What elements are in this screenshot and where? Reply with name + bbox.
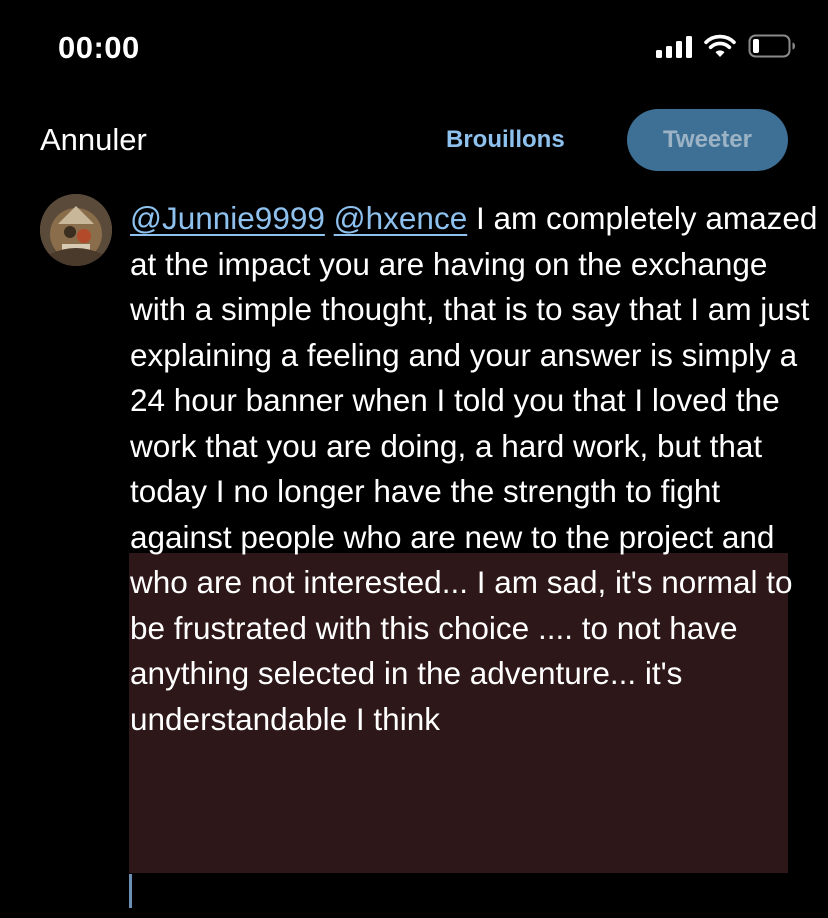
tweet-body-text: I am completely amazed at the impact you…: [130, 200, 818, 737]
status-icons: [656, 34, 796, 58]
battery-icon: [748, 34, 796, 58]
tweet-text-editor[interactable]: @Junnie9999 @hxence I am completely amaz…: [130, 196, 820, 742]
tweet-button[interactable]: Tweeter: [627, 109, 788, 171]
cancel-button[interactable]: Annuler: [40, 122, 147, 158]
mention-link[interactable]: @hxence: [334, 200, 468, 236]
wifi-icon: [704, 34, 736, 58]
avatar: [40, 194, 112, 266]
signal-icon: [656, 34, 692, 58]
drafts-button[interactable]: Brouillons: [446, 126, 565, 154]
mention-link[interactable]: @Junnie9999: [130, 200, 325, 236]
status-bar: 00:00: [0, 0, 828, 100]
status-time: 00:00: [58, 30, 140, 65]
compose-header: Annuler Brouillons Tweeter: [0, 104, 828, 176]
text-cursor: [129, 874, 132, 908]
